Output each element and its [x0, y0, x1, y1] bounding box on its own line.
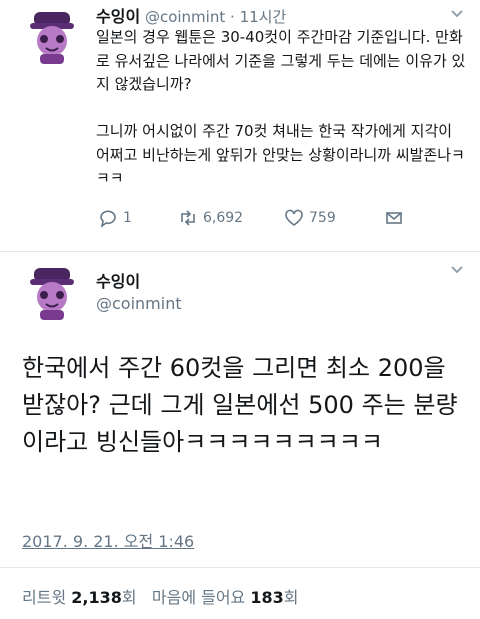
- avatar[interactable]: [22, 262, 82, 322]
- like-count: 759: [309, 210, 336, 226]
- tweet-timestamp[interactable]: 2017. 9. 21. 오전 1:46: [22, 528, 194, 552]
- share-icon: [386, 212, 402, 224]
- retweets-unit: 회: [121, 588, 137, 607]
- chevron-down-icon[interactable]: [450, 6, 464, 20]
- reply-count: 1: [123, 210, 132, 226]
- like-icon: [285, 209, 303, 226]
- avatar[interactable]: [22, 6, 82, 66]
- retweets-label: 리트윗: [22, 588, 67, 607]
- likes-unit: 회: [283, 588, 299, 607]
- share-button[interactable]: [384, 208, 404, 228]
- display-name[interactable]: 수잉이: [96, 7, 140, 26]
- tweet-stats: 리트윗 2,138회 마음에 들어요 183회: [22, 584, 299, 608]
- tweet-header: 수잉이 @coinmint · 11시간: [96, 3, 286, 27]
- username[interactable]: @coinmint: [145, 8, 225, 26]
- chevron-down-icon[interactable]: [450, 262, 464, 276]
- retweet-button[interactable]: 6,692: [178, 208, 243, 228]
- separator-dot: ·: [230, 8, 235, 26]
- tweet-actions: 1 6,692 759: [98, 208, 408, 234]
- reply-button[interactable]: 1: [98, 208, 132, 228]
- display-name[interactable]: 수잉이: [96, 268, 140, 292]
- retweet-count: 6,692: [203, 210, 244, 226]
- username[interactable]: @coinmint: [96, 294, 182, 313]
- reply-icon: [100, 210, 116, 228]
- like-button[interactable]: 759: [284, 208, 336, 228]
- divider: [0, 567, 480, 568]
- retweet-icon: [181, 210, 195, 226]
- tweet-text: 일본의 경우 웹툰은 30-40컷이 주간마감 기준입니다. 만화로 유서깊은 …: [96, 28, 466, 187]
- divider: [0, 251, 480, 252]
- tweet-time[interactable]: 11시간: [240, 8, 287, 26]
- tweet-text: 한국에서 주간 60컷을 그리면 최소 200을 받잖아? 근데 그게 일본에선…: [22, 354, 458, 456]
- likes-count[interactable]: 183: [250, 588, 283, 607]
- likes-label: 마음에 들어요: [151, 588, 246, 607]
- retweets-count[interactable]: 2,138: [71, 588, 122, 607]
